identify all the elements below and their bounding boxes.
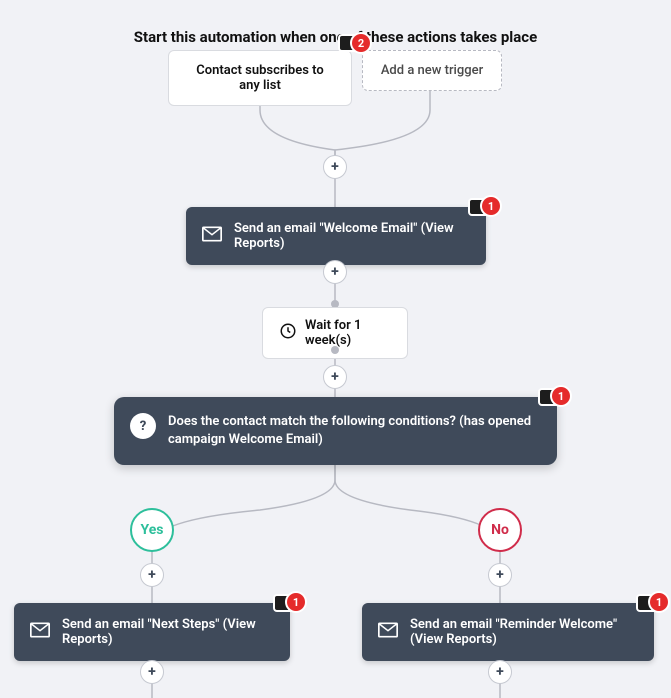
condition-badge: 1 (552, 387, 570, 405)
clock-icon (279, 322, 297, 344)
branch-yes-button[interactable]: Yes (130, 508, 174, 552)
add-step-button-no[interactable]: + (488, 563, 512, 587)
add-step-button-yes-after[interactable]: + (140, 660, 164, 684)
trigger-badge: 2 (352, 34, 370, 52)
add-step-button-2[interactable]: + (323, 260, 347, 284)
email-yes-badge: 1 (287, 593, 305, 611)
add-trigger-label: Add a new trigger (381, 63, 483, 78)
email-welcome-label: Send an email "Welcome Email" (View Repo… (234, 221, 470, 251)
email1-badge: 1 (482, 197, 500, 215)
mail-icon (378, 622, 398, 642)
trigger-subscribe-card[interactable]: Contact subscribes to any list (168, 50, 352, 106)
branch-no-label: No (491, 522, 509, 538)
add-step-button-1[interactable]: + (323, 155, 347, 179)
add-trigger-card[interactable]: Add a new trigger (362, 50, 502, 91)
mail-icon (202, 226, 222, 246)
automation-canvas: Start this automation when one of these … (0, 0, 671, 698)
condition-card[interactable]: ? Does the contact match the following c… (114, 397, 557, 465)
trigger-subscribe-label: Contact subscribes to any list (196, 63, 323, 93)
branch-yes-label: Yes (141, 522, 164, 538)
mail-icon (30, 622, 50, 642)
add-step-button-3[interactable]: + (323, 365, 347, 389)
connector-dot-2 (331, 346, 339, 354)
branch-no-button[interactable]: No (478, 508, 522, 552)
email-no-badge: 1 (650, 593, 668, 611)
question-icon: ? (130, 413, 156, 439)
add-step-button-yes[interactable]: + (140, 563, 164, 587)
email-yes-card[interactable]: Send an email "Next Steps" (View Reports… (14, 603, 290, 661)
email-yes-label: Send an email "Next Steps" (View Reports… (62, 617, 274, 647)
email-welcome-card[interactable]: Send an email "Welcome Email" (View Repo… (186, 207, 486, 265)
condition-label: Does the contact match the following con… (168, 413, 541, 449)
add-step-button-no-after[interactable]: + (488, 660, 512, 684)
email-no-label: Send an email "Reminder Welcome" (View R… (410, 617, 638, 647)
email-no-card[interactable]: Send an email "Reminder Welcome" (View R… (362, 603, 654, 661)
automation-title: Start this automation when one of these … (0, 28, 671, 46)
wait-label: Wait for 1 week(s) (305, 318, 391, 348)
